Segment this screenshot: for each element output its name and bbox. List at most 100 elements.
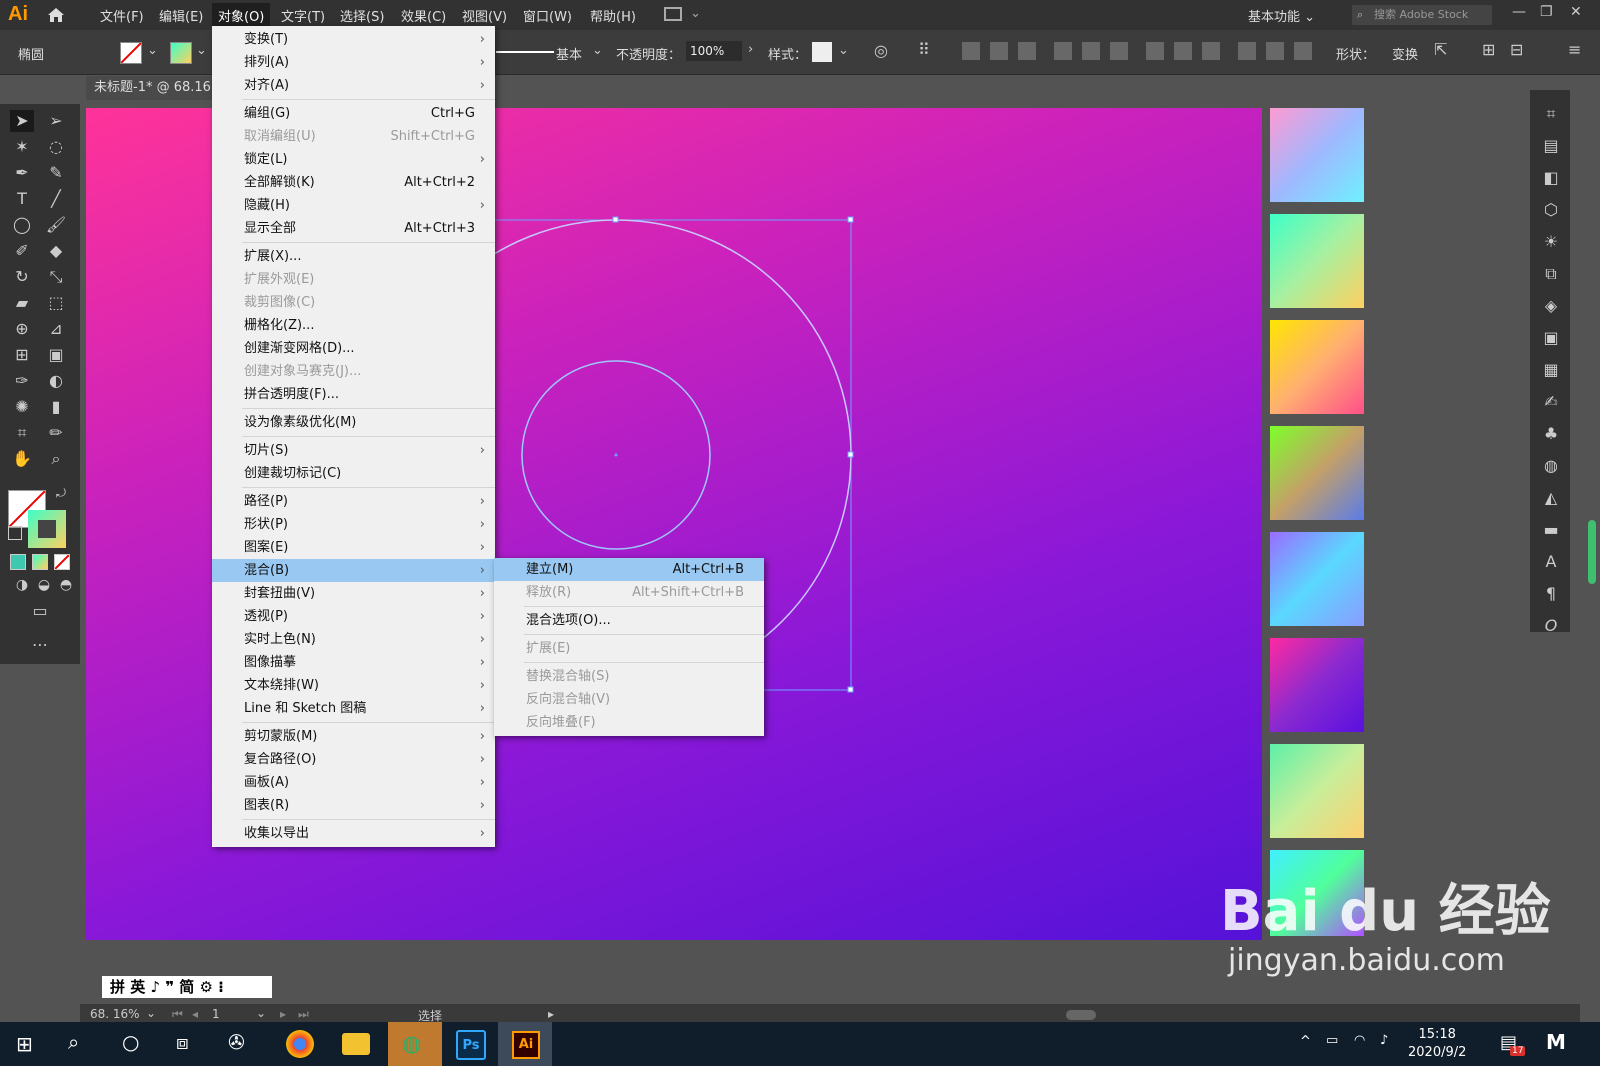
gradient-swatch[interactable] [1270,744,1364,838]
object-menu-item[interactable]: Line 和 Sketch 图稿 › [212,697,495,720]
blend-menu-item[interactable]: 反向混合轴(V) [494,688,764,711]
gradient-swatch[interactable] [1270,320,1364,414]
menu-edit[interactable]: 编辑(E) [155,6,207,25]
free-transform-tool-icon[interactable]: ⬚ [44,292,68,314]
file-explorer-icon[interactable] [342,1033,370,1055]
character-panel-icon[interactable]: A [1541,552,1561,572]
menu-effect[interactable]: 效果(C) [397,6,450,25]
recolor-icon[interactable]: ◎ [874,41,888,60]
task-view-icon[interactable]: ⧈ [176,1030,189,1054]
object-menu-item[interactable]: 创建对象马赛克(J)... [212,360,495,383]
object-menu-item[interactable]: 隐藏(H) › [212,194,495,217]
object-menu-item[interactable]: 剪切蒙版(M) › [212,725,495,748]
blend-menu-item[interactable]: 混合选项(O)... [494,609,764,632]
page-number[interactable]: 1 [212,1007,220,1021]
object-menu-item[interactable]: 全部解锁(K) Alt+Ctrl+2 [212,171,495,194]
artboards-panel-icon[interactable]: ⌗ [1541,104,1561,124]
tray-expand-icon[interactable]: ^ [1300,1034,1311,1049]
distribute-right-icon[interactable] [1294,42,1312,60]
object-menu-item[interactable]: 排列(A) › [212,51,495,74]
layers-panel-icon[interactable]: ◈ [1541,296,1561,316]
battery-icon[interactable]: ▭ [1326,1033,1338,1048]
gradient-swatch[interactable] [1270,108,1364,202]
perspective-grid-tool-icon[interactable]: ⊿ [44,318,68,340]
object-menu-item[interactable]: 设为像素级优化(M) [212,411,495,434]
m-app-icon[interactable]: M [1546,1030,1566,1054]
shape-builder-tool-icon[interactable]: ⊕ [10,318,34,340]
distribute-center-icon[interactable] [1266,42,1284,60]
color-mode-icon[interactable] [10,554,26,570]
pathfinder-panel-icon[interactable]: ◧ [1541,168,1561,188]
home-icon[interactable] [46,5,66,25]
minimize-icon[interactable]: — [1512,4,1526,20]
object-menu-item[interactable]: 创建渐变网格(D)... [212,337,495,360]
more-tools-icon[interactable]: ⋯ [28,634,52,656]
ime-toolbar[interactable]: 拼 英 ♪ ❞ 简 ⚙ ⁝ [102,976,272,998]
chevron-down-icon[interactable]: ⌄ [690,6,701,21]
illustrator-taskbar-button[interactable]: Ai [498,1022,552,1066]
draw-normal-icon[interactable]: ◑ [10,574,34,596]
chevron-right-icon[interactable]: › [748,42,753,57]
brushes-panel-icon[interactable]: ✍ [1541,392,1561,412]
object-menu-item[interactable]: 扩展(X)... [212,245,495,268]
symbol-sprayer-tool-icon[interactable]: ✺ [10,396,34,418]
appearance-panel-icon[interactable]: ☀ [1541,232,1561,252]
object-menu-item[interactable]: 栅格化(Z)... [212,314,495,337]
artboard-tool-icon[interactable]: ⌗ [10,422,34,444]
stock-search-input[interactable]: ⌕ 搜索 Adobe Stock [1352,5,1492,25]
last-page-icon[interactable]: ⏭ [298,1007,309,1022]
blend-tool-icon[interactable]: ◐ [44,370,68,392]
restore-icon[interactable]: ❐ [1540,4,1553,20]
search-icon[interactable]: ⌕ [68,1030,79,1054]
chevron-down-icon[interactable]: ⌄ [196,43,207,58]
distribute-middle-icon[interactable] [1174,42,1192,60]
none-mode-icon[interactable] [54,554,70,570]
opentype-panel-icon[interactable]: O [1541,616,1561,636]
type-tool-icon[interactable]: T [10,188,34,210]
default-colors-icon[interactable] [8,526,22,540]
distribute-top-icon[interactable] [1146,42,1164,60]
chevron-down-icon[interactable]: ⌄ [256,1006,266,1020]
object-menu-item[interactable]: 图案(E) › [212,536,495,559]
3d-panel-icon[interactable]: ⬡ [1541,200,1561,220]
object-menu-item[interactable]: 切片(S) › [212,439,495,462]
workspace-switcher[interactable]: 基本功能 ⌄ [1248,6,1315,25]
object-menu-item[interactable]: 复合路径(O) › [212,748,495,771]
lasso-tool-icon[interactable]: ◌ [44,136,68,158]
opacity-input[interactable]: 100% [686,41,742,61]
transform-panel-icon[interactable]: ⧉ [1541,264,1561,284]
menu-help[interactable]: 帮助(H) [586,6,640,25]
menu-type[interactable]: 文字(T) [277,6,329,25]
gradient-swatch[interactable] [1270,214,1364,308]
object-menu-item[interactable]: 显示全部 Alt+Ctrl+3 [212,217,495,240]
align-left-icon[interactable] [962,42,980,60]
menu-window[interactable]: 窗口(W) [519,6,576,25]
blend-menu-item[interactable]: 反向堆叠(F) [494,711,764,734]
first-page-icon[interactable]: ⏮ [172,1007,183,1022]
object-menu-item[interactable]: 画板(A) › [212,771,495,794]
screen-mode-icon[interactable]: ▭ [28,600,52,622]
gradient-panel-icon[interactable]: ▬ [1541,520,1561,540]
blend-menu-item[interactable]: 扩展(E) [494,637,764,660]
gradient-swatch[interactable] [1270,426,1364,520]
object-menu-item[interactable]: 混合(B) › [212,559,495,582]
close-icon[interactable]: ✕ [1570,4,1582,20]
libraries-panel-icon[interactable]: ▣ [1541,328,1561,348]
ellipse-tool-icon[interactable]: ◯ [10,214,34,236]
shaper-tool-icon[interactable]: ✐ [10,240,34,262]
object-menu-item[interactable]: 拼合透明度(F)... [212,383,495,406]
selection-tool-icon[interactable]: ➤ [10,110,34,132]
document-tab[interactable]: 未标题-1* @ 68.16 [86,76,224,100]
vertical-scrollbar[interactable] [1588,520,1596,584]
volume-icon[interactable]: ♪ [1380,1033,1388,1048]
object-menu-item[interactable]: 扩展外观(E) [212,268,495,291]
chevron-down-icon[interactable]: ⌄ [147,43,158,58]
chrome-icon[interactable] [286,1030,314,1058]
align-right-icon[interactable] [1018,42,1036,60]
chevron-down-icon[interactable]: ⌄ [592,43,603,58]
paragraph-panel-icon[interactable]: ¶ [1541,584,1561,604]
object-menu-item[interactable]: 变换(T) › [212,28,495,51]
object-menu-item[interactable]: 实时上色(N) › [212,628,495,651]
transparency-panel-icon[interactable]: ◭ [1541,488,1561,508]
arrange-documents-icon[interactable] [664,7,682,21]
